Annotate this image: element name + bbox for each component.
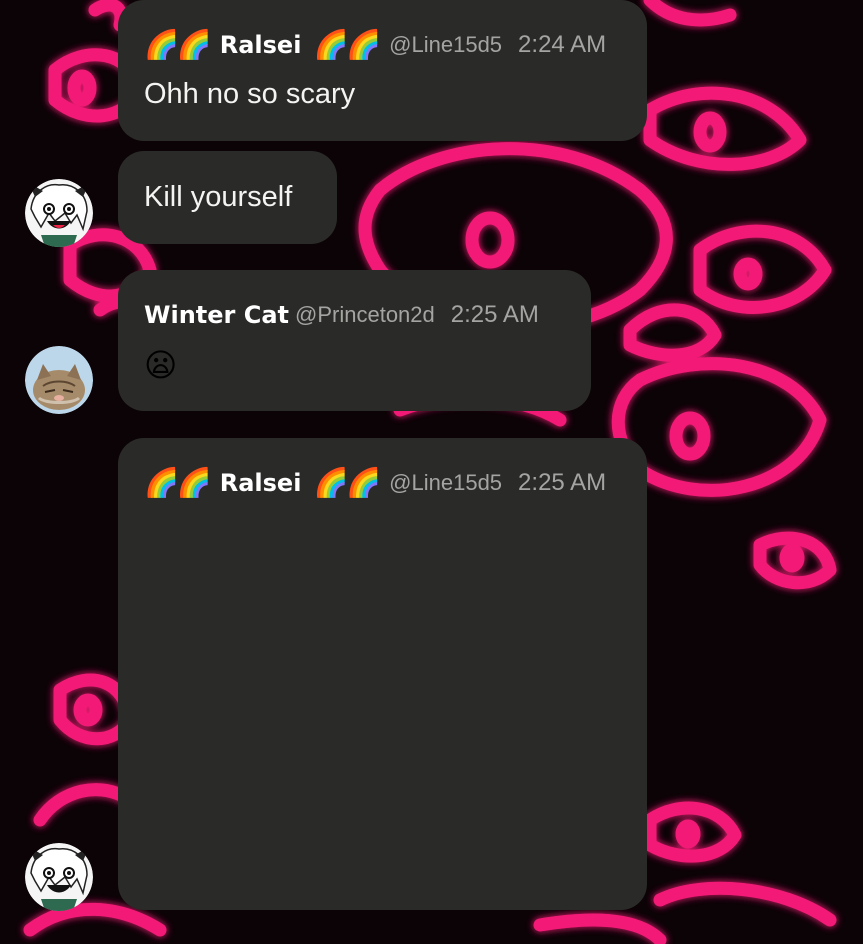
rainbow-emoji: 🌈🌈 — [313, 466, 381, 499]
sender-handle[interactable]: @Line15d5 — [389, 470, 502, 496]
ralsei-avatar[interactable] — [25, 179, 93, 247]
winter-cat-avatar[interactable] — [25, 346, 93, 414]
sender-name[interactable]: Ralsei — [220, 469, 302, 497]
message-header: Winter Cat @Princeton2d 2:25 AM — [144, 298, 539, 332]
message-text: Kill yourself — [144, 181, 293, 213]
sender-name[interactable]: Ralsei — [220, 31, 302, 59]
rainbow-emoji: 🌈🌈 — [144, 466, 212, 499]
message-bubble[interactable]: Kill yourself — [118, 151, 337, 244]
message-header: 🌈🌈 Ralsei 🌈🌈 @Line15d5 2:24 AM — [144, 28, 606, 62]
message-bubble[interactable]: Winter Cat @Princeton2d 2:25 AM 😦 — [118, 270, 591, 411]
message-timestamp: 2:25 AM — [518, 469, 607, 496]
message-header: 🌈🌈 Ralsei 🌈🌈 @Line15d5 2:25 AM — [144, 466, 606, 500]
sender-handle[interactable]: @Princeton2d — [295, 302, 435, 328]
frowning-emoji: 😦 — [144, 346, 178, 384]
message-timestamp: 2:24 AM — [518, 31, 607, 58]
sender-handle[interactable]: @Line15d5 — [389, 32, 502, 58]
sender-name[interactable]: Winter Cat — [144, 301, 289, 329]
message-text: Ohh no so scary — [144, 78, 356, 110]
rainbow-emoji: 🌈🌈 — [144, 28, 212, 61]
message-timestamp: 2:25 AM — [450, 301, 539, 328]
message-bubble[interactable]: 🌈🌈 Ralsei 🌈🌈 @Line15d5 2:24 AM Ohh no so… — [118, 0, 647, 141]
ralsei-avatar[interactable] — [25, 843, 93, 911]
message-bubble[interactable]: 🌈🌈 Ralsei 🌈🌈 @Line15d5 2:25 AM — [118, 438, 647, 910]
chat-screen: 🌈🌈 Ralsei 🌈🌈 @Line15d5 2:24 AM Ohh no so… — [0, 0, 863, 944]
rainbow-emoji: 🌈🌈 — [313, 28, 381, 61]
